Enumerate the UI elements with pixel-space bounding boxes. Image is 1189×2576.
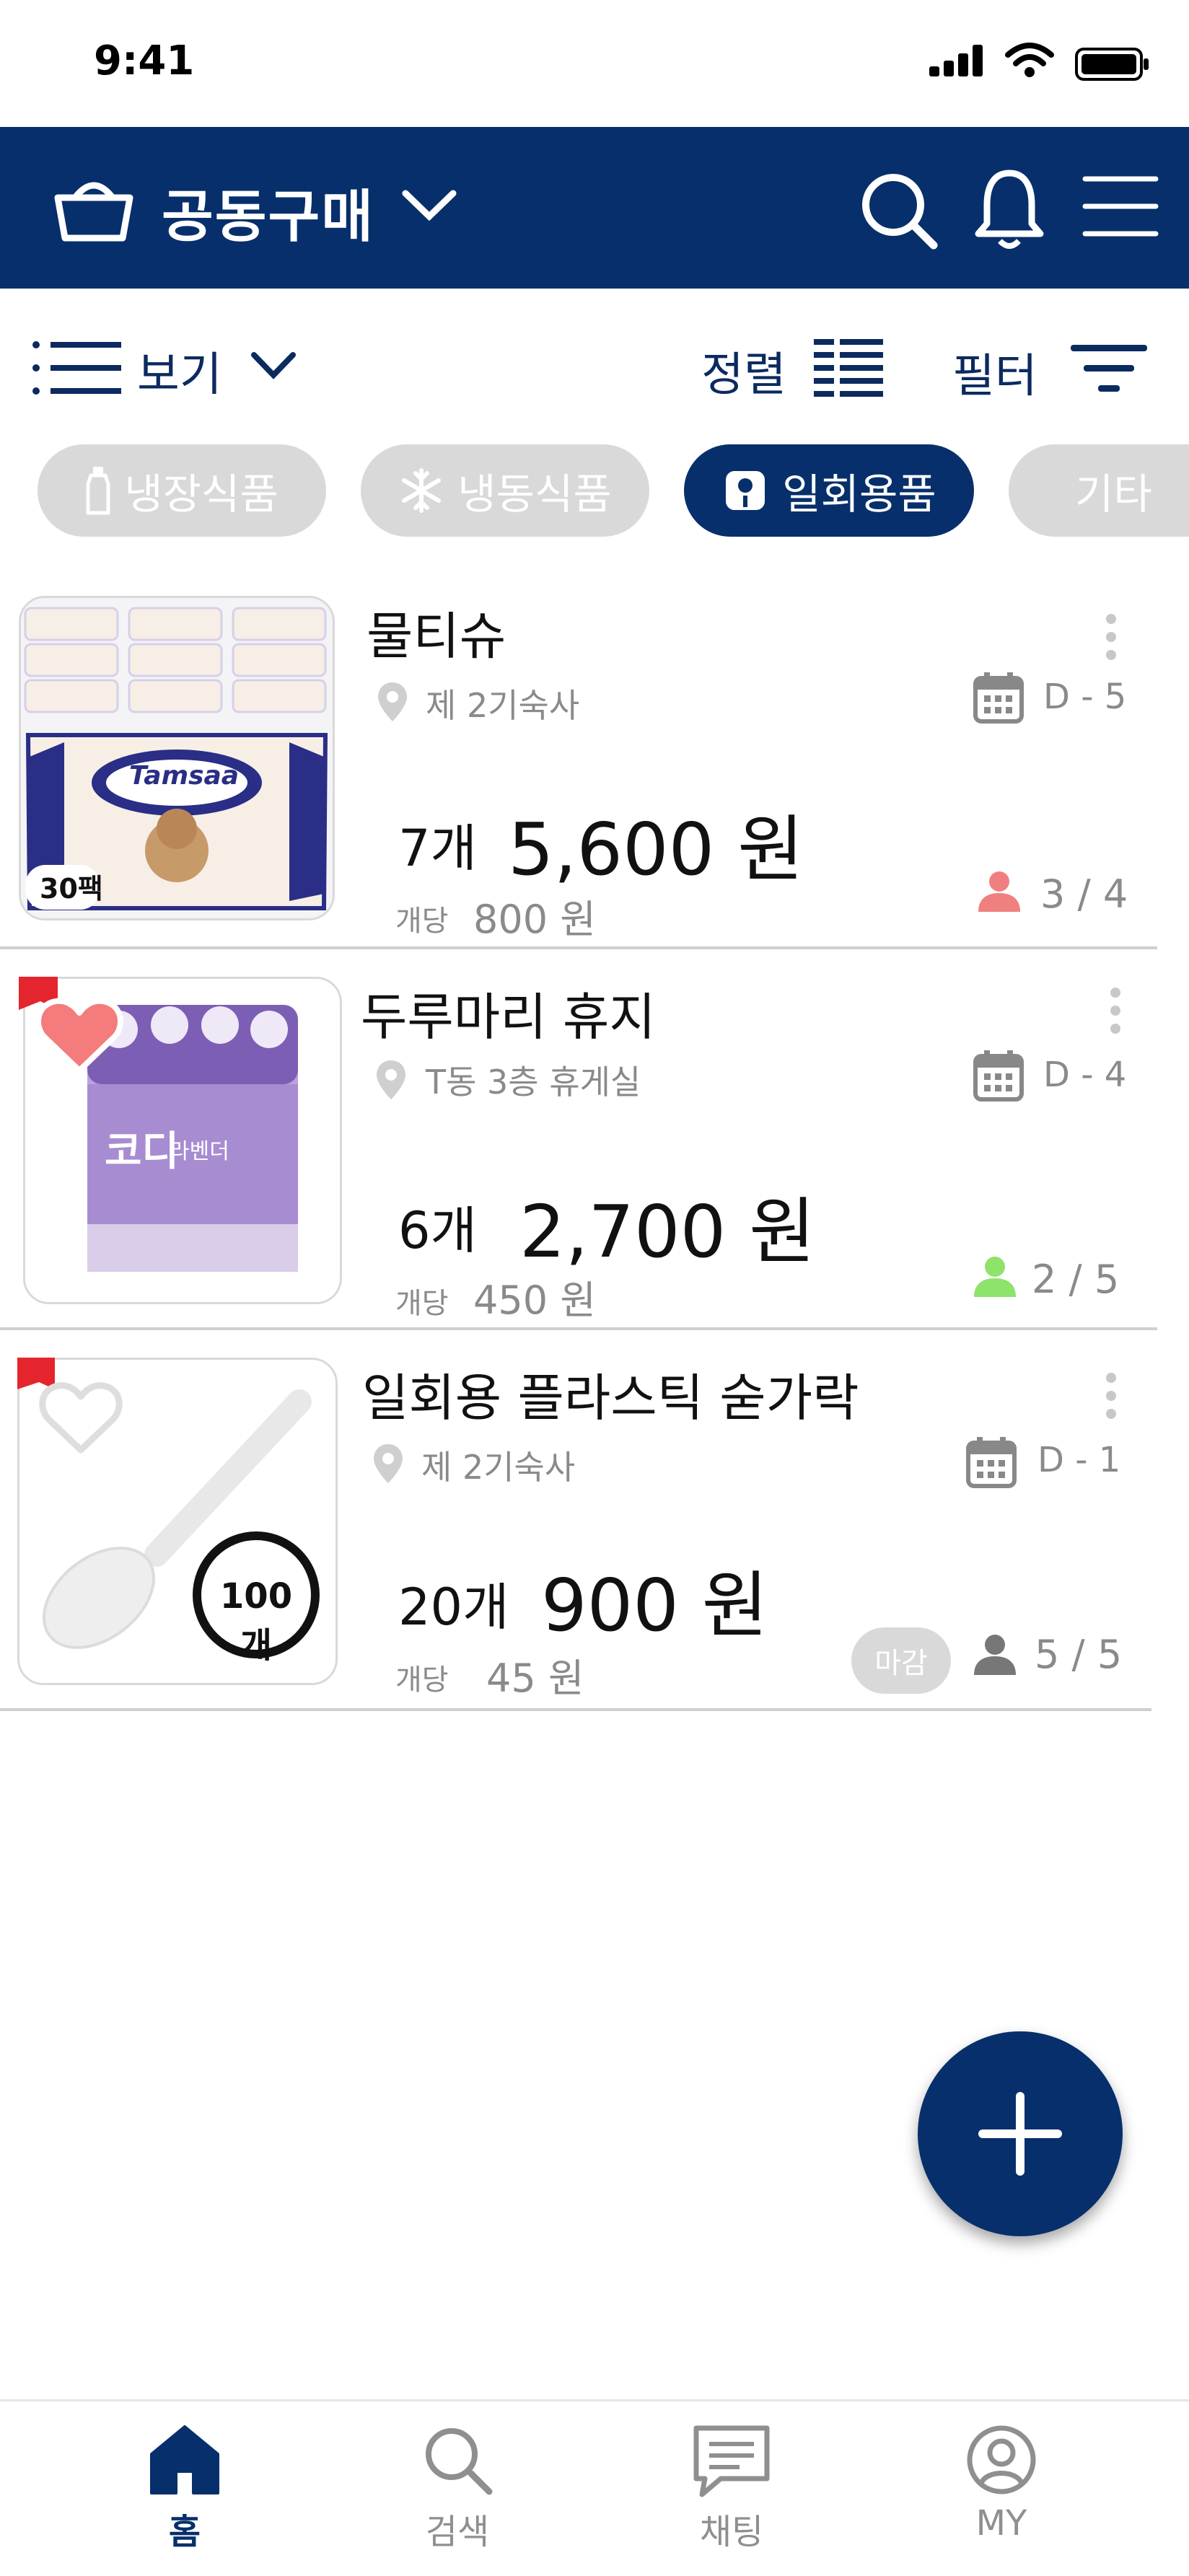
nav-item-search[interactable]: 검색 xyxy=(385,2424,530,2554)
basket-icon xyxy=(51,172,137,244)
image-brand: Tamsaa xyxy=(129,761,240,791)
search-icon xyxy=(385,2424,530,2496)
divider xyxy=(0,946,1157,949)
chip-label: 일회용품 xyxy=(782,470,936,519)
filter-icon[interactable] xyxy=(1071,343,1150,394)
signal-icon xyxy=(929,45,987,76)
image-badge: 30팩 xyxy=(40,873,103,905)
plus-icon xyxy=(978,2092,1062,2176)
participant-icon xyxy=(975,870,1023,913)
participant-count: 3 / 4 xyxy=(1040,871,1128,917)
unit-price: 450 원 xyxy=(473,1278,596,1323)
unit-price-label: 개당 xyxy=(395,905,449,938)
heart-favorite-icon[interactable] xyxy=(39,1381,123,1456)
product-quantity: 6개 xyxy=(398,1201,477,1260)
product-location: T동 3층 휴게실 xyxy=(426,1063,641,1102)
nav-label: 채팅 xyxy=(699,2512,764,2552)
view-toggle[interactable]: 보기 xyxy=(137,338,222,404)
bottle-icon xyxy=(85,465,111,516)
nav-label: MY xyxy=(975,2503,1027,2544)
product-quantity: 20개 xyxy=(398,1578,509,1637)
product-price: 900 원 xyxy=(541,1563,768,1648)
participant-count: 5 / 5 xyxy=(1035,1632,1123,1677)
more-options-icon[interactable] xyxy=(1102,1371,1120,1421)
product-quantity: 7개 xyxy=(398,819,477,878)
more-options-icon[interactable] xyxy=(1102,612,1120,662)
participant-icon xyxy=(971,1633,1019,1676)
product-dday: D - 1 xyxy=(1037,1440,1121,1480)
location-pin-icon xyxy=(377,681,408,723)
nav-item-chat[interactable]: 채팅 xyxy=(659,2424,804,2554)
location-pin-icon xyxy=(372,1443,404,1485)
product-price: 5,600 원 xyxy=(508,807,804,892)
nav-label: 홈 xyxy=(168,2512,201,2552)
chip-disposables[interactable]: 일회용품 xyxy=(684,444,974,537)
closed-badge: 마감 xyxy=(851,1627,951,1694)
bell-icon[interactable] xyxy=(971,166,1048,252)
chat-icon xyxy=(659,2424,804,2499)
list-view-icon[interactable] xyxy=(32,339,124,397)
unit-price-label: 개당 xyxy=(395,1287,449,1320)
status-time: 9:41 xyxy=(94,38,195,84)
more-options-icon[interactable] xyxy=(1107,985,1124,1036)
menu-icon[interactable] xyxy=(1082,173,1159,239)
unit-price: 45 원 xyxy=(486,1656,584,1701)
unit-price-label: 개당 xyxy=(395,1663,449,1697)
location-pin-icon xyxy=(375,1059,407,1101)
product-dday: D - 4 xyxy=(1043,1055,1127,1095)
view-chevron-down-icon[interactable] xyxy=(250,349,297,382)
nav-item-home[interactable]: 홈 xyxy=(113,2424,257,2554)
product-title[interactable]: 물티슈 xyxy=(367,596,506,669)
product-card[interactable]: 30팩 Tamsaa 물티슈 제 2기숙사 D - 5 7개 5,600 원 개… xyxy=(0,596,1189,945)
product-location: 제 2기숙사 xyxy=(421,1448,576,1487)
calendar-icon xyxy=(965,1436,1017,1489)
participant-icon xyxy=(971,1255,1019,1298)
product-title[interactable]: 일회용 플라스틱 숟가락 xyxy=(362,1358,859,1430)
header-title[interactable]: 공동구매 xyxy=(162,172,374,252)
chip-frozen[interactable]: 냉동식품 xyxy=(361,444,649,537)
tissue-roll-icon xyxy=(721,467,769,514)
home-icon xyxy=(113,2424,257,2496)
participant-count: 2 / 5 xyxy=(1032,1257,1120,1302)
product-image-wet-tissue: 30팩 Tamsaa xyxy=(19,596,335,920)
calendar-icon xyxy=(973,1049,1025,1102)
image-badge: 100개 xyxy=(219,1576,293,1666)
divider xyxy=(0,1327,1157,1330)
nav-item-my[interactable]: MY xyxy=(929,2424,1074,2544)
heart-favorite-icon[interactable] xyxy=(35,995,124,1076)
unit-price: 800 원 xyxy=(473,897,596,942)
chip-label: 냉장식품 xyxy=(124,470,278,519)
chip-etc[interactable]: 기타 xyxy=(1009,444,1189,537)
product-title[interactable]: 두루마리 휴지 xyxy=(361,977,656,1050)
chip-refrigerated[interactable]: 냉장식품 xyxy=(38,444,326,537)
filter-button[interactable]: 필터 xyxy=(952,339,1037,405)
add-post-button[interactable] xyxy=(918,2031,1123,2236)
divider xyxy=(0,1708,1151,1711)
calendar-icon xyxy=(973,671,1025,724)
product-price: 2,700 원 xyxy=(519,1190,816,1274)
sort-icon[interactable] xyxy=(814,336,886,401)
nav-label: 검색 xyxy=(425,2512,490,2552)
snowflake-icon xyxy=(398,467,444,514)
wifi-icon xyxy=(1004,42,1055,78)
product-location: 제 2기숙사 xyxy=(426,686,580,725)
image-sub: 라벤더 xyxy=(170,1139,229,1164)
product-card[interactable]: 코디 라벤더 두루마리 휴지 T동 3층 휴게실 D - 4 6개 2,700 … xyxy=(0,977,1189,1326)
sort-button[interactable]: 정렬 xyxy=(701,338,786,404)
battery-icon xyxy=(1075,48,1150,81)
chip-label: 냉동식품 xyxy=(457,470,612,519)
chevron-down-icon[interactable] xyxy=(401,188,457,224)
product-dday: D - 5 xyxy=(1043,677,1127,717)
product-card[interactable]: 100개 일회용 플라스틱 숟가락 제 2기숙사 D - 1 20개 900 원… xyxy=(0,1358,1189,1707)
profile-icon xyxy=(929,2424,1074,2496)
image-brand: 코디 xyxy=(105,1128,180,1175)
search-icon[interactable] xyxy=(859,170,939,251)
chip-label: 기타 xyxy=(1075,470,1152,519)
